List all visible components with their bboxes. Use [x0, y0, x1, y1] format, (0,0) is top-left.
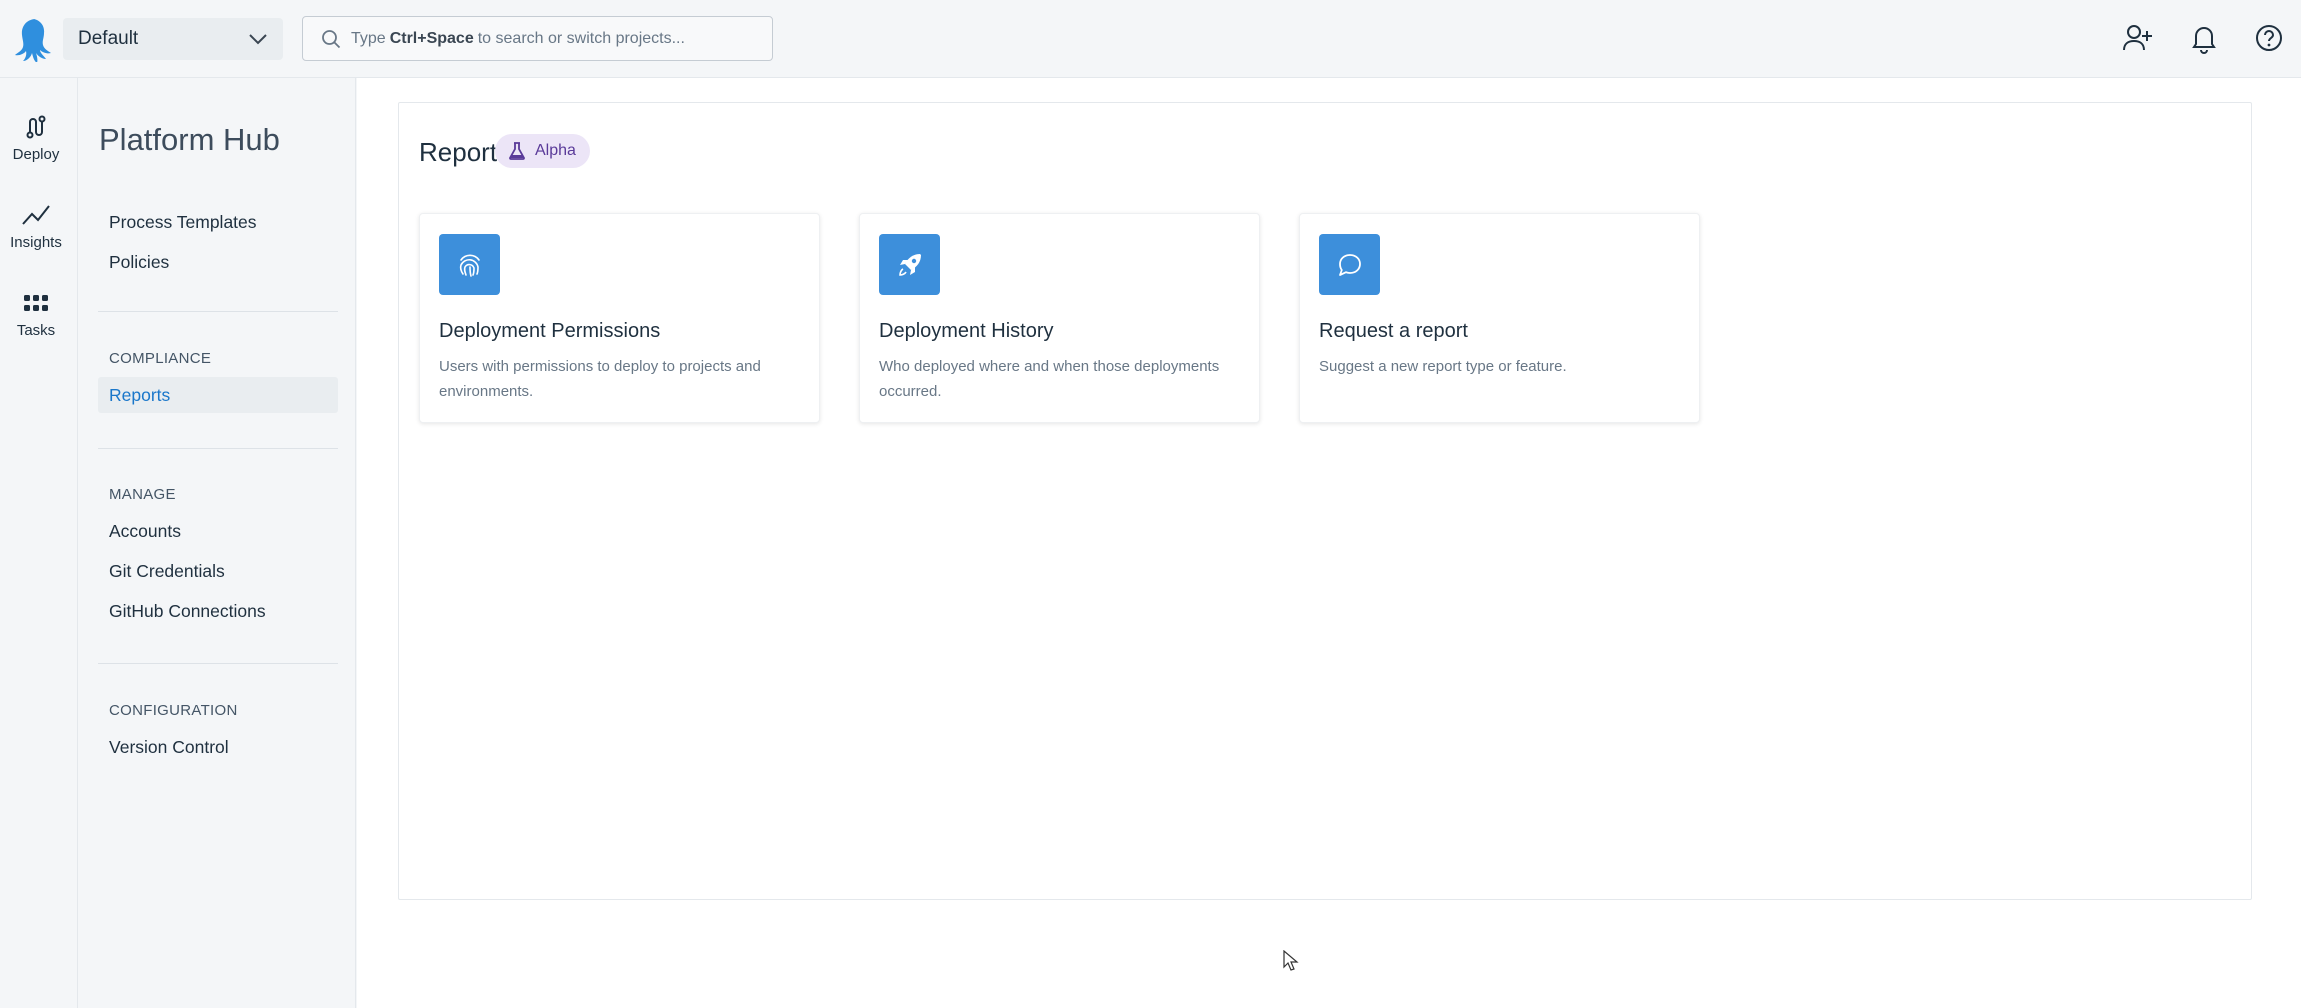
bell-icon[interactable]: [2188, 22, 2220, 54]
left-rail: Deploy Insights Tasks: [0, 78, 77, 1008]
sidebar-item-git-credentials[interactable]: Git Credentials: [98, 553, 338, 589]
rail-item-insights[interactable]: Insights: [0, 202, 72, 251]
rail-item-label: Insights: [10, 234, 62, 251]
rail-item-deploy[interactable]: Deploy: [0, 114, 72, 163]
space-selector[interactable]: Default: [63, 18, 283, 60]
badge-label: Alpha: [535, 142, 576, 159]
reports-panel: Reports Alpha Deployment Permissions Use…: [398, 102, 2252, 900]
card-description: Suggest a new report type or feature.: [1319, 358, 1567, 375]
sidebar-divider: [98, 311, 338, 312]
invite-user-icon[interactable]: [2122, 22, 2154, 54]
sidebar: Platform Hub Process Templates Policies …: [77, 78, 356, 1008]
mouse-cursor-icon: [1283, 950, 1299, 971]
card-title: Deployment History: [879, 320, 1054, 342]
rocket-icon: [879, 234, 940, 295]
help-icon[interactable]: [2253, 22, 2285, 54]
sidebar-divider: [98, 448, 338, 449]
card-description: Users with permissions to deploy to proj…: [439, 358, 761, 400]
sidebar-heading-manage: MANAGE: [109, 486, 176, 503]
main-content: Reports Alpha Deployment Permissions Use…: [357, 78, 2301, 1008]
search-input[interactable]: Type Ctrl+Space to search or switch proj…: [302, 16, 773, 61]
card-deployment-history[interactable]: Deployment History Who deployed where an…: [859, 213, 1260, 423]
sidebar-item-accounts[interactable]: Accounts: [98, 513, 338, 549]
sidebar-item-version-control[interactable]: Version Control: [98, 729, 338, 765]
sidebar-title: Platform Hub: [99, 122, 280, 157]
sidebar-item-policies[interactable]: Policies: [98, 244, 338, 280]
flask-icon: [509, 142, 525, 160]
card-request-a-report[interactable]: Request a report Suggest a new report ty…: [1299, 213, 1700, 423]
tasks-icon: [24, 295, 48, 311]
sidebar-heading-compliance: COMPLIANCE: [109, 350, 212, 367]
rail-item-tasks[interactable]: Tasks: [0, 290, 72, 339]
alpha-badge: Alpha: [495, 134, 590, 168]
search-shortcut: Ctrl+Space: [389, 29, 474, 47]
space-name: Default: [78, 28, 139, 49]
deploy-icon: [26, 115, 46, 139]
card-description: Who deployed where and when those deploy…: [879, 358, 1220, 400]
card-deployment-permissions[interactable]: Deployment Permissions Users with permis…: [419, 213, 820, 423]
sidebar-item-reports[interactable]: Reports: [98, 377, 338, 413]
fingerprint-icon: [439, 234, 500, 295]
rail-item-label: Deploy: [12, 146, 60, 163]
insights-icon: [22, 205, 50, 225]
search-placeholder-suffix: to search or switch projects...: [477, 29, 685, 47]
top-bar: Default Type Ctrl+Space to search or swi…: [0, 0, 2301, 78]
card-title: Deployment Permissions: [439, 320, 661, 342]
sidebar-divider: [98, 663, 338, 664]
rail-item-label: Tasks: [16, 322, 56, 339]
sidebar-item-github-connections[interactable]: GitHub Connections: [98, 593, 338, 629]
sidebar-item-process-templates[interactable]: Process Templates: [98, 204, 338, 240]
chat-bubble-icon: [1319, 234, 1380, 295]
card-title: Request a report: [1319, 320, 1468, 342]
search-placeholder-prefix: Type: [351, 29, 386, 47]
octopus-logo-icon[interactable]: [12, 16, 60, 63]
search-icon: [322, 30, 341, 49]
chevron-down-icon: [249, 34, 267, 45]
sidebar-heading-configuration: CONFIGURATION: [109, 702, 238, 719]
